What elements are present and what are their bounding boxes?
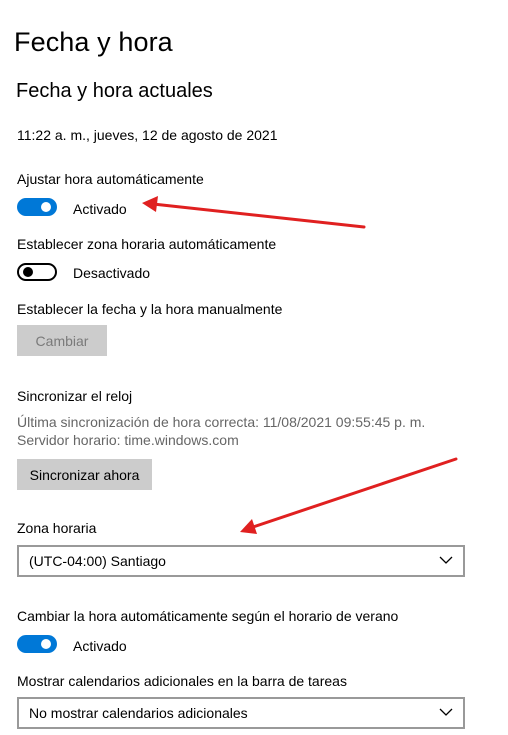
- toggle-knob: [23, 267, 33, 277]
- time-server-text: Servidor horario: time.windows.com: [17, 432, 239, 448]
- dst-toggle[interactable]: [17, 635, 57, 653]
- sync-now-button[interactable]: Sincronizar ahora: [17, 459, 152, 490]
- dst-state: Activado: [73, 638, 127, 654]
- arrow-line-timezone: [248, 457, 458, 530]
- arrowhead-timezone: [240, 519, 257, 534]
- timezone-dropdown[interactable]: (UTC-04:00) Santiago: [17, 545, 465, 577]
- auto-timezone-state: Desactivado: [73, 265, 151, 281]
- toggle-knob: [41, 202, 51, 212]
- timezone-value: (UTC-04:00) Santiago: [29, 553, 166, 569]
- auto-timezone-label: Establecer zona horaria automáticamente: [17, 236, 277, 252]
- auto-time-label: Ajustar hora automáticamente: [17, 171, 204, 187]
- annotation-arrows: [142, 196, 458, 534]
- auto-timezone-toggle[interactable]: [17, 263, 57, 281]
- last-sync-text: Última sincronización de hora correcta: …: [17, 414, 426, 430]
- dst-label: Cambiar la hora automáticamente según el…: [17, 608, 399, 624]
- calendars-value: No mostrar calendarios adicionales: [29, 705, 248, 721]
- toggle-knob: [41, 639, 51, 649]
- manual-datetime-label: Establecer la fecha y la hora manualment…: [17, 301, 283, 317]
- calendars-dropdown[interactable]: No mostrar calendarios adicionales: [17, 697, 465, 729]
- auto-time-state: Activado: [73, 201, 127, 217]
- arrowhead-auto-time: [142, 196, 158, 212]
- section-title: Fecha y hora actuales: [16, 80, 213, 102]
- chevron-down-icon: [439, 556, 453, 564]
- page-title: Fecha y hora: [14, 27, 173, 57]
- timezone-label: Zona horaria: [17, 520, 97, 536]
- arrow-line-auto-time: [151, 202, 366, 229]
- change-button[interactable]: Cambiar: [17, 325, 107, 356]
- calendars-label: Mostrar calendarios adicionales en la ba…: [17, 673, 347, 689]
- auto-time-toggle[interactable]: [17, 198, 57, 216]
- sync-title: Sincronizar el reloj: [17, 388, 133, 404]
- current-datetime: 11:22 a. m., jueves, 12 de agosto de 202…: [17, 127, 278, 143]
- chevron-down-icon: [439, 708, 453, 716]
